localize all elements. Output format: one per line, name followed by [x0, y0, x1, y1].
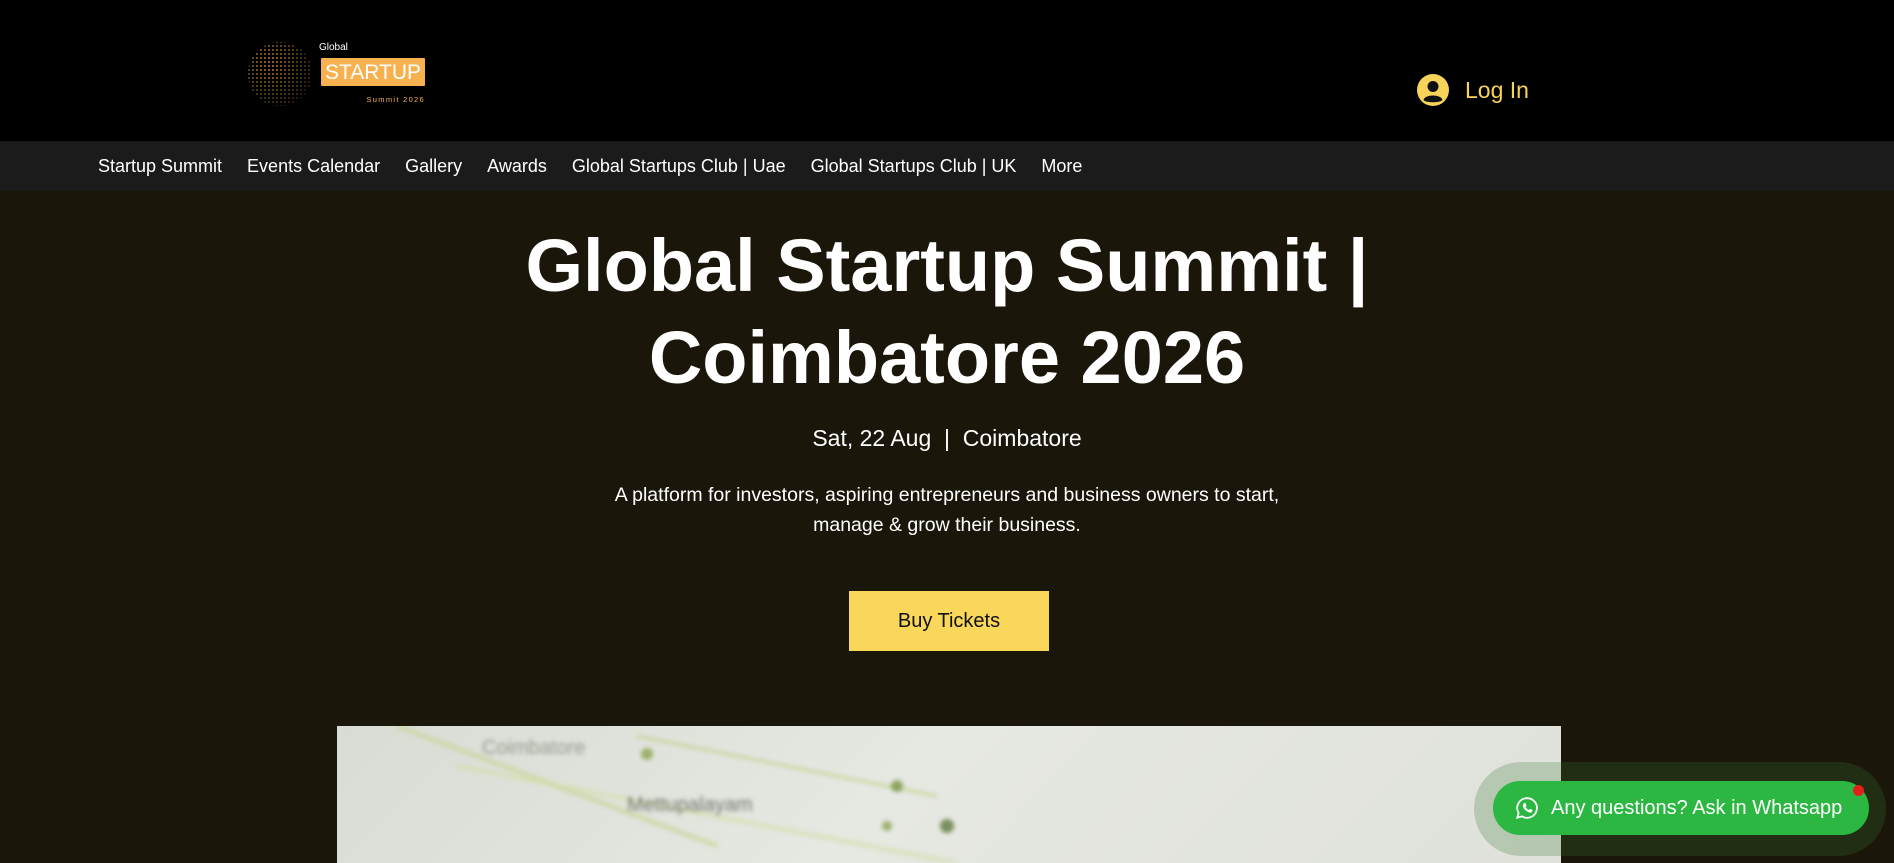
event-date-location: Sat, 22 Aug | Coimbatore [812, 425, 1082, 451]
hero-title-line-1: Global Startup Summit | [525, 224, 1369, 307]
whatsapp-chat-label: Any questions? Ask in Whatsapp [1551, 796, 1843, 819]
svg-text:Global: Global [319, 42, 348, 53]
nav-item-awards[interactable]: Awards [487, 156, 547, 177]
main-nav: Startup Summit Events Calendar Gallery A… [0, 141, 1894, 191]
whatsapp-chat-button[interactable]: Any questions? Ask in Whatsapp [1493, 781, 1869, 835]
site-header: Global STARTUP Summit 2026 Log In [0, 0, 1894, 141]
hero-title-line-2: Coimbatore 2026 [648, 316, 1246, 399]
svg-text:STARTUP: STARTUP [325, 61, 421, 84]
nav-item-club-uae[interactable]: Global Startups Club | Uae [572, 156, 786, 177]
hero-map-image: Coimbatore Mettupalayam [337, 726, 1561, 863]
nav-item-club-uk[interactable]: Global Startups Club | UK [811, 156, 1017, 177]
login-button[interactable]: Log In [1417, 74, 1529, 106]
nav-item-events-calendar[interactable]: Events Calendar [247, 156, 380, 177]
site-logo[interactable]: Global STARTUP Summit 2026 [247, 40, 427, 108]
login-label: Log In [1465, 76, 1529, 103]
svg-text:Mettupalayam: Mettupalayam [627, 794, 753, 816]
notification-dot [1853, 785, 1864, 796]
nav-item-more[interactable]: More [1041, 156, 1082, 177]
svg-text:Coimbatore: Coimbatore [482, 737, 585, 759]
nav-item-gallery[interactable]: Gallery [405, 156, 462, 177]
hero-title: Global Startup Summit | Coimbatore 2026 [347, 220, 1547, 404]
nav-item-startup-summit[interactable]: Startup Summit [98, 156, 222, 177]
hero-description: A platform for investors, aspiring entre… [597, 480, 1297, 540]
hero-description-line-2: manage & grow their business. [813, 514, 1081, 536]
user-avatar-icon [1417, 74, 1449, 106]
buy-tickets-button[interactable]: Buy Tickets [849, 591, 1049, 651]
hero-description-line-1: A platform for investors, aspiring entre… [614, 484, 1280, 506]
svg-text:Summit 2026: Summit 2026 [367, 95, 426, 104]
whatsapp-icon [1515, 796, 1539, 820]
